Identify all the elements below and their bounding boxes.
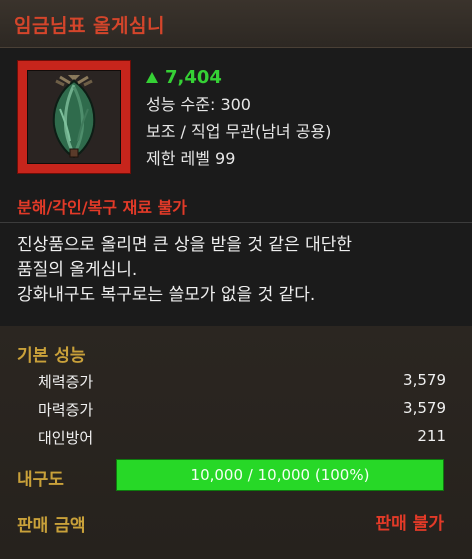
stat-value: 3,579 bbox=[403, 399, 446, 417]
up-triangle-icon bbox=[146, 72, 158, 83]
durability-label: 내구도 bbox=[17, 470, 64, 490]
item-name: 임금님표 올게심니 bbox=[14, 15, 165, 37]
description-line: 강화내구도 복구로는 쓸모가 없을 것 같다. bbox=[17, 285, 316, 305]
durability-text: 10,000 / 10,000 (100%) bbox=[190, 466, 370, 484]
item-slot bbox=[27, 70, 121, 164]
description-line: 진상품으로 올리면 큰 상을 받을 것 같은 대단한 bbox=[17, 235, 352, 255]
stat-row-hp: 체력증가 3,579 bbox=[38, 371, 446, 397]
rice-sheaf-icon bbox=[52, 75, 96, 159]
item-score: 7,404 bbox=[165, 67, 222, 88]
item-stats: 7,404 성능 수준: 300 보조 / 직업 무관(남녀 공용) 제한 레벨… bbox=[146, 64, 331, 172]
item-description: 진상품으로 올리면 큰 상을 받을 것 같은 대단한 품질의 올게심니. 강화내… bbox=[17, 233, 352, 308]
stat-value: 211 bbox=[417, 427, 446, 445]
stat-label: 대인방어 bbox=[38, 429, 94, 447]
item-icon-frame bbox=[17, 60, 131, 174]
stat-row-pvp-def: 대인방어 211 bbox=[38, 427, 446, 453]
stat-value: 3,579 bbox=[403, 371, 446, 389]
base-performance-title: 기본 성능 bbox=[17, 346, 86, 366]
durability-bar: 10,000 / 10,000 (100%) bbox=[116, 459, 444, 491]
restriction-warning: 분해/각인/복구 재료 불가 bbox=[17, 198, 188, 217]
description-line: 품질의 올게심니. bbox=[17, 260, 138, 280]
score-row: 7,404 bbox=[146, 64, 331, 91]
sale-price-value: 판매 불가 bbox=[375, 514, 444, 534]
power-level: 성능 수준: 300 bbox=[146, 95, 251, 114]
divider bbox=[0, 222, 472, 223]
tooltip-header: 임금님표 올게심니 bbox=[0, 0, 472, 48]
stat-label: 체력증가 bbox=[38, 373, 94, 391]
stat-label: 마력증가 bbox=[38, 401, 94, 419]
item-type: 보조 / 직업 무관(남녀 공용) bbox=[146, 122, 332, 141]
sale-price-label: 판매 금액 bbox=[17, 516, 86, 536]
stat-row-mp: 마력증가 3,579 bbox=[38, 399, 446, 425]
level-limit: 제한 레벨 99 bbox=[146, 149, 236, 168]
